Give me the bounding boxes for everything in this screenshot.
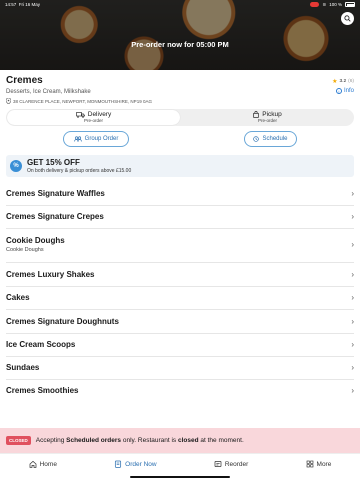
divider bbox=[6, 228, 354, 229]
category-name: Cremes Signature Doughnuts bbox=[6, 317, 119, 326]
address-text: 38 CLARENCE PLACE, NEWPORT, MONMOUTHSHIR… bbox=[13, 98, 152, 104]
category-name: Cremes Signature Crepes bbox=[6, 212, 104, 221]
category-row[interactable]: Sundaes › bbox=[6, 363, 354, 372]
category-name: Ice Cream Scoops bbox=[6, 340, 76, 349]
rating: ★ 3.2 (6) bbox=[332, 78, 354, 85]
nav-label: Home bbox=[39, 460, 57, 468]
category-row[interactable]: Cremes Smoothies › bbox=[6, 386, 354, 395]
category-row[interactable]: Cookie Doughs Cookie Doughs › bbox=[6, 236, 354, 253]
discount-icon: % bbox=[10, 160, 22, 172]
info-button[interactable]: i Info bbox=[335, 88, 354, 94]
hero-banner-image: Pre-order now for 05:00 PM bbox=[0, 0, 360, 70]
chevron-right-icon: › bbox=[351, 212, 354, 221]
category-row[interactable]: Cremes Signature Doughnuts › bbox=[6, 317, 354, 326]
group-order-label: Group Order bbox=[84, 136, 119, 142]
category-row[interactable]: Ice Cream Scoops › bbox=[6, 340, 354, 349]
location-pin-icon bbox=[6, 98, 11, 104]
chevron-right-icon: › bbox=[351, 293, 354, 302]
category-name: Sundaes bbox=[6, 363, 40, 372]
divider bbox=[6, 356, 354, 357]
nav-home[interactable]: Home bbox=[29, 460, 57, 468]
schedule-button[interactable]: Schedule bbox=[244, 131, 297, 147]
rating-value: 3.2 bbox=[339, 79, 347, 84]
delivery-sub: Pre-order bbox=[83, 118, 103, 123]
shopping-bag-icon bbox=[253, 111, 259, 119]
category-row[interactable]: Cakes › bbox=[6, 293, 354, 302]
delivery-option[interactable]: Delivery Pre-order bbox=[7, 110, 180, 125]
pickup-label: Pickup bbox=[262, 110, 282, 118]
divider bbox=[6, 205, 354, 206]
reorder-icon bbox=[214, 460, 222, 468]
order-icon bbox=[115, 460, 122, 468]
schedule-label: Schedule bbox=[262, 136, 288, 142]
status-date: Fri 16 May bbox=[18, 2, 41, 7]
category-description: Cookie Doughs bbox=[6, 247, 44, 253]
home-indicator[interactable] bbox=[130, 476, 230, 478]
promo-subtitle: On both delivery & pickup orders above £… bbox=[27, 168, 132, 174]
divider bbox=[6, 286, 354, 287]
promo-title: GET 15% OFF bbox=[27, 158, 80, 167]
divider bbox=[6, 333, 354, 334]
bottom-navigation: Home Order Now Reorder More bbox=[0, 453, 360, 480]
group-order-button[interactable]: Group Order bbox=[63, 131, 129, 147]
divider bbox=[6, 309, 354, 310]
restaurant-info: Cremes Desserts, Ice Cream, Milkshake 38… bbox=[6, 75, 354, 104]
nav-order-now[interactable]: Order Now bbox=[114, 460, 157, 468]
restaurant-page: Pre-order now for 05:00 PM 14:57 Fri 16 … bbox=[0, 0, 360, 480]
rating-count: (6) bbox=[348, 79, 354, 84]
category-name: Cakes bbox=[6, 293, 30, 302]
group-icon bbox=[73, 136, 82, 142]
chevron-right-icon: › bbox=[351, 189, 354, 198]
category-row[interactable]: Cremes Signature Waffles › bbox=[6, 189, 354, 198]
star-icon: ★ bbox=[332, 79, 338, 85]
chevron-right-icon: › bbox=[351, 340, 354, 349]
wifi-icon: ≋ bbox=[322, 1, 327, 7]
search-button[interactable] bbox=[341, 12, 354, 25]
closed-badge: CLOSED bbox=[6, 436, 31, 445]
divider bbox=[6, 379, 354, 380]
restaurant-name: Cremes bbox=[6, 75, 43, 86]
preorder-banner-text: Pre-order now for 05:00 PM bbox=[131, 40, 229, 49]
search-icon bbox=[344, 15, 351, 22]
status-bar: 14:57 Fri 16 May ≋ 100 % bbox=[0, 0, 360, 9]
info-label: Info bbox=[343, 88, 354, 94]
closed-notice-banner: CLOSED Accepting Scheduled orders only. … bbox=[0, 428, 360, 453]
clock-icon bbox=[253, 136, 260, 142]
battery-icon bbox=[345, 2, 355, 7]
restaurant-cuisine: Desserts, Ice Cream, Milkshake bbox=[6, 89, 91, 95]
category-name: Cookie Doughs bbox=[6, 236, 65, 245]
category-name: Cremes Smoothies bbox=[6, 386, 79, 395]
recording-indicator-icon bbox=[310, 2, 320, 7]
info-icon: i bbox=[335, 88, 342, 94]
home-icon bbox=[29, 460, 36, 468]
delivery-truck-icon bbox=[75, 111, 85, 118]
pickup-option[interactable]: Pickup Pre-order bbox=[181, 109, 354, 126]
promo-banner[interactable]: % GET 15% OFF On both delivery & pickup … bbox=[6, 155, 354, 177]
restaurant-address: 38 CLARENCE PLACE, NEWPORT, MONMOUTHSHIR… bbox=[6, 98, 354, 104]
category-name: Cremes Signature Waffles bbox=[6, 189, 105, 198]
pickup-sub: Pre-order bbox=[257, 118, 277, 124]
more-icon bbox=[306, 460, 313, 468]
nav-label: Order Now bbox=[125, 460, 157, 468]
battery-percent: 100 % bbox=[329, 2, 342, 7]
category-name: Cremes Luxury Shakes bbox=[6, 270, 95, 279]
chevron-right-icon: › bbox=[351, 363, 354, 372]
chevron-right-icon: › bbox=[351, 270, 354, 279]
nav-reorder[interactable]: Reorder bbox=[214, 460, 248, 468]
category-row[interactable]: Cremes Signature Crepes › bbox=[6, 212, 354, 221]
divider bbox=[6, 262, 354, 263]
nav-label: Reorder bbox=[224, 460, 249, 468]
chevron-right-icon: › bbox=[351, 386, 354, 395]
category-row[interactable]: Cremes Luxury Shakes › bbox=[6, 270, 354, 279]
nav-more[interactable]: More bbox=[306, 460, 332, 468]
nav-label: More bbox=[316, 460, 332, 468]
chevron-right-icon: › bbox=[351, 317, 354, 326]
status-time: 14:57 bbox=[5, 2, 17, 7]
order-mode-toggle: Delivery Pre-order Pickup Pre-order bbox=[6, 109, 354, 126]
notice-text: Accepting Scheduled orders only. Restaur… bbox=[35, 437, 244, 444]
chevron-right-icon: › bbox=[351, 240, 354, 249]
